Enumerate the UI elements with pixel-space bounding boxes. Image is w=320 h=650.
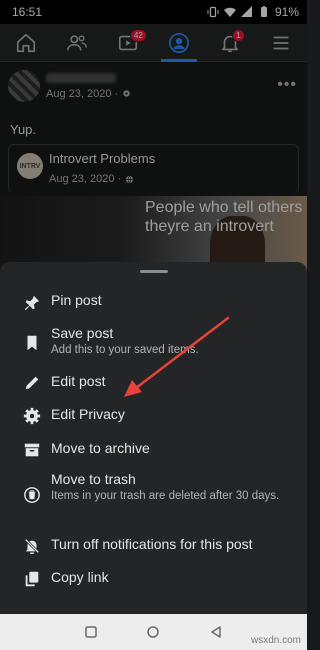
menu-label: Copy link	[51, 569, 109, 585]
menu-text: Pin post	[51, 292, 295, 309]
archive-icon	[22, 440, 42, 460]
menu-text: Move to archive	[51, 440, 295, 457]
pencil-icon	[22, 373, 42, 393]
menu-text: Save post Add this to your saved items.	[51, 325, 295, 358]
menu-label: Turn off notifications for this post	[51, 536, 253, 552]
bell-off-icon	[22, 536, 42, 556]
menu-label: Pin post	[51, 292, 102, 308]
copy-icon	[22, 569, 42, 589]
sheet-drag-handle[interactable]	[140, 270, 168, 273]
pin-icon	[22, 293, 42, 313]
home-button-icon[interactable]	[146, 625, 160, 639]
menu-text: Edit post	[51, 373, 295, 390]
menu-label: Move to archive	[51, 440, 150, 456]
menu-label: Edit post	[51, 373, 106, 389]
gear-icon	[22, 406, 42, 426]
menu-text: Edit Privacy	[51, 406, 295, 423]
menu-description: Items in your trash are deleted after 30…	[51, 490, 280, 502]
menu-label: Move to trash	[51, 471, 136, 487]
post-options-sheet: Pin post Save post Add this to your save…	[0, 262, 307, 614]
back-icon[interactable]	[209, 625, 223, 639]
menu-label: Edit Privacy	[51, 406, 125, 422]
trash-icon	[22, 485, 42, 505]
menu-text: Move to trash Items in your trash are de…	[51, 471, 295, 504]
menu-text: Turn off notifications for this post	[51, 536, 295, 553]
recents-icon[interactable]	[84, 625, 98, 639]
watermark: wsxdn.com	[250, 635, 301, 646]
menu-text: Copy link	[51, 569, 295, 586]
menu-label: Save post	[51, 325, 114, 341]
bookmark-icon	[22, 333, 42, 353]
menu-description: Add this to your saved items.	[51, 344, 199, 356]
